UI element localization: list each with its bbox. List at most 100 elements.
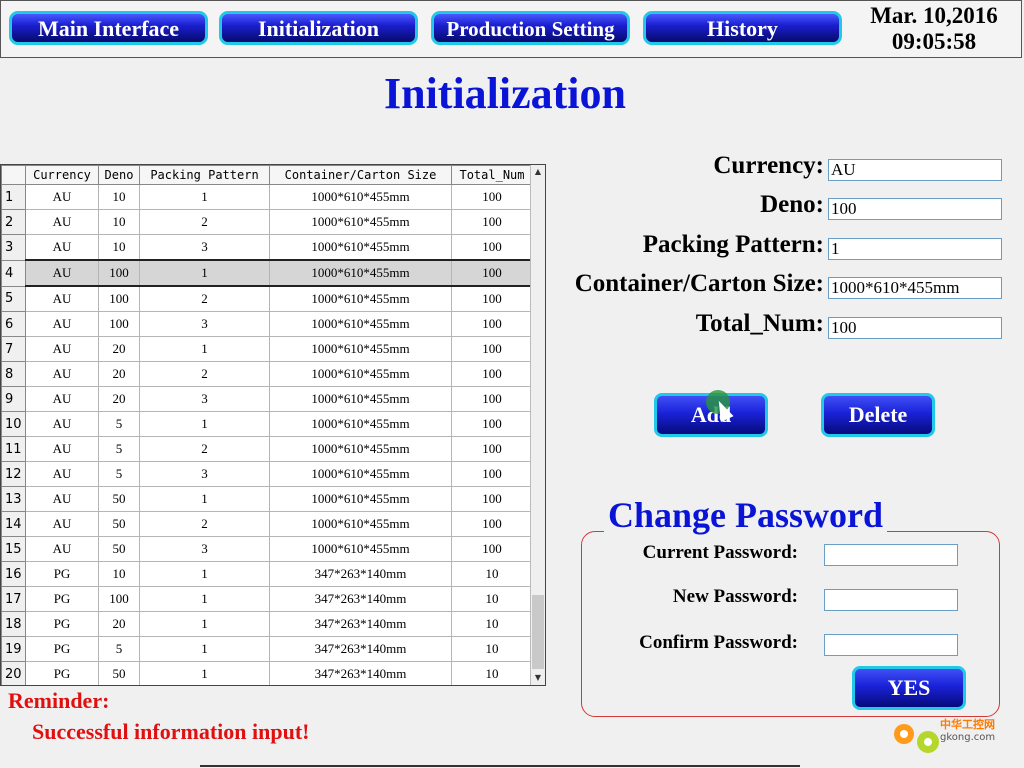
cell-total-num: 100	[451, 234, 533, 261]
confirm-password-input[interactable]	[824, 634, 958, 656]
col-header-container-size[interactable]: Container/Carton Size	[269, 165, 452, 185]
table-row[interactable]: 20 PG 50 1 347*263*140mm 10	[1, 661, 533, 685]
cell-packing-pattern: 1	[139, 661, 270, 685]
row-number[interactable]: 6	[1, 311, 26, 337]
nav-main-interface-button[interactable]: Main Interface	[9, 11, 208, 45]
scroll-up-icon[interactable]: ▲	[531, 165, 545, 179]
table-row[interactable]: 19 PG 5 1 347*263*140mm 10	[1, 636, 533, 662]
cell-container-size: 347*263*140mm	[269, 586, 452, 612]
table-row[interactable]: 7 AU 20 1 1000*610*455mm 100	[1, 336, 533, 362]
table-row[interactable]: 10 AU 5 1 1000*610*455mm 100	[1, 411, 533, 437]
currency-input[interactable]	[828, 159, 1002, 181]
scroll-down-icon[interactable]: ▼	[531, 671, 545, 685]
container-size-input[interactable]	[828, 277, 1002, 299]
cell-currency: AU	[25, 209, 99, 235]
table-row[interactable]: 13 AU 50 1 1000*610*455mm 100	[1, 486, 533, 512]
table-row[interactable]: 2 AU 10 2 1000*610*455mm 100	[1, 209, 533, 235]
table-row[interactable]: 15 AU 50 3 1000*610*455mm 100	[1, 536, 533, 562]
packing-pattern-label: Packing Pattern:	[642, 231, 824, 258]
scroll-thumb[interactable]	[532, 595, 544, 669]
row-number[interactable]: 14	[1, 511, 26, 537]
delete-button[interactable]: Delete	[821, 393, 935, 437]
packing-pattern-input[interactable]	[828, 238, 1002, 260]
table-row[interactable]: 9 AU 20 3 1000*610*455mm 100	[1, 386, 533, 412]
table-row[interactable]: 18 PG 20 1 347*263*140mm 10	[1, 611, 533, 637]
cell-container-size: 1000*610*455mm	[269, 234, 452, 261]
table-row[interactable]: 5 AU 100 2 1000*610*455mm 100	[1, 285, 533, 312]
row-number[interactable]: 3	[1, 234, 26, 261]
table-row[interactable]: 14 AU 50 2 1000*610*455mm 100	[1, 511, 533, 537]
row-number[interactable]: 5	[1, 285, 26, 312]
top-nav-bar: Main Interface Initialization Production…	[0, 0, 1022, 58]
cell-total-num: 10	[451, 661, 533, 685]
row-number[interactable]: 9	[1, 386, 26, 412]
row-number[interactable]: 19	[1, 636, 26, 662]
nav-initialization-button[interactable]: Initialization	[219, 11, 418, 45]
row-number[interactable]: 8	[1, 361, 26, 387]
nav-production-setting-button[interactable]: Production Setting	[431, 11, 630, 45]
current-password-input[interactable]	[824, 544, 958, 566]
cell-packing-pattern: 1	[139, 586, 270, 612]
table-row[interactable]: 12 AU 5 3 1000*610*455mm 100	[1, 461, 533, 487]
deno-input[interactable]	[828, 198, 1002, 220]
row-number[interactable]: 4	[1, 259, 26, 287]
row-number[interactable]: 11	[1, 436, 26, 462]
row-number[interactable]: 13	[1, 486, 26, 512]
table-row[interactable]: 8 AU 20 2 1000*610*455mm 100	[1, 361, 533, 387]
cell-deno: 5	[98, 461, 140, 487]
row-number[interactable]: 7	[1, 336, 26, 362]
cell-container-size: 1000*610*455mm	[269, 536, 452, 562]
cell-container-size: 1000*610*455mm	[269, 184, 452, 210]
table-header-row: Currency Deno Packing Pattern Container/…	[1, 165, 533, 185]
cell-deno: 10	[98, 209, 140, 235]
currency-label: Currency:	[713, 152, 824, 179]
col-header-total-num[interactable]: Total_Num	[451, 165, 533, 185]
cell-currency: AU	[25, 536, 99, 562]
col-header-deno[interactable]: Deno	[98, 165, 140, 185]
cell-deno: 100	[98, 285, 140, 312]
reminder-title: Reminder:	[8, 688, 110, 713]
row-number[interactable]: 10	[1, 411, 26, 437]
row-number[interactable]: 17	[1, 586, 26, 612]
cell-deno: 100	[98, 586, 140, 612]
cell-packing-pattern: 1	[139, 259, 270, 287]
cell-deno: 20	[98, 336, 140, 362]
col-header-currency[interactable]: Currency	[25, 165, 99, 185]
cell-currency: AU	[25, 184, 99, 210]
add-button[interactable]: Add	[654, 393, 768, 437]
table-row[interactable]: 6 AU 100 3 1000*610*455mm 100	[1, 311, 533, 337]
row-number[interactable]: 15	[1, 536, 26, 562]
cell-deno: 20	[98, 361, 140, 387]
deno-label: Deno:	[760, 191, 824, 218]
cell-total-num: 100	[451, 209, 533, 235]
cell-packing-pattern: 3	[139, 536, 270, 562]
table-row[interactable]: 4 AU 100 1 1000*610*455mm 100	[1, 259, 533, 287]
table-row[interactable]: 16 PG 10 1 347*263*140mm 10	[1, 561, 533, 587]
row-number[interactable]: 20	[1, 661, 26, 685]
cell-currency: PG	[25, 561, 99, 587]
yes-button[interactable]: YES	[852, 666, 966, 710]
page-title: Initialization	[383, 69, 627, 118]
cell-currency: AU	[25, 511, 99, 537]
row-number[interactable]: 2	[1, 209, 26, 235]
cell-currency: AU	[25, 486, 99, 512]
cell-packing-pattern: 2	[139, 209, 270, 235]
nav-history-button[interactable]: History	[643, 11, 842, 45]
row-number[interactable]: 16	[1, 561, 26, 587]
cell-currency: PG	[25, 586, 99, 612]
total-num-input[interactable]	[828, 317, 1002, 339]
table-row[interactable]: 17 PG 100 1 347*263*140mm 10	[1, 586, 533, 612]
row-number[interactable]: 1	[1, 184, 26, 210]
row-number[interactable]: 12	[1, 461, 26, 487]
data-grid[interactable]: Currency Deno Packing Pattern Container/…	[0, 164, 546, 686]
table-row[interactable]: 3 AU 10 3 1000*610*455mm 100	[1, 234, 533, 261]
cell-container-size: 1000*610*455mm	[269, 461, 452, 487]
grid-scrollbar[interactable]: ▲ ▼	[530, 165, 545, 685]
row-number[interactable]: 18	[1, 611, 26, 637]
table-row[interactable]: 1 AU 10 1 1000*610*455mm 100	[1, 184, 533, 210]
new-password-input[interactable]	[824, 589, 958, 611]
table-row[interactable]: 11 AU 5 2 1000*610*455mm 100	[1, 436, 533, 462]
col-header-packing-pattern[interactable]: Packing Pattern	[139, 165, 270, 185]
cell-currency: AU	[25, 361, 99, 387]
cell-container-size: 1000*610*455mm	[269, 361, 452, 387]
